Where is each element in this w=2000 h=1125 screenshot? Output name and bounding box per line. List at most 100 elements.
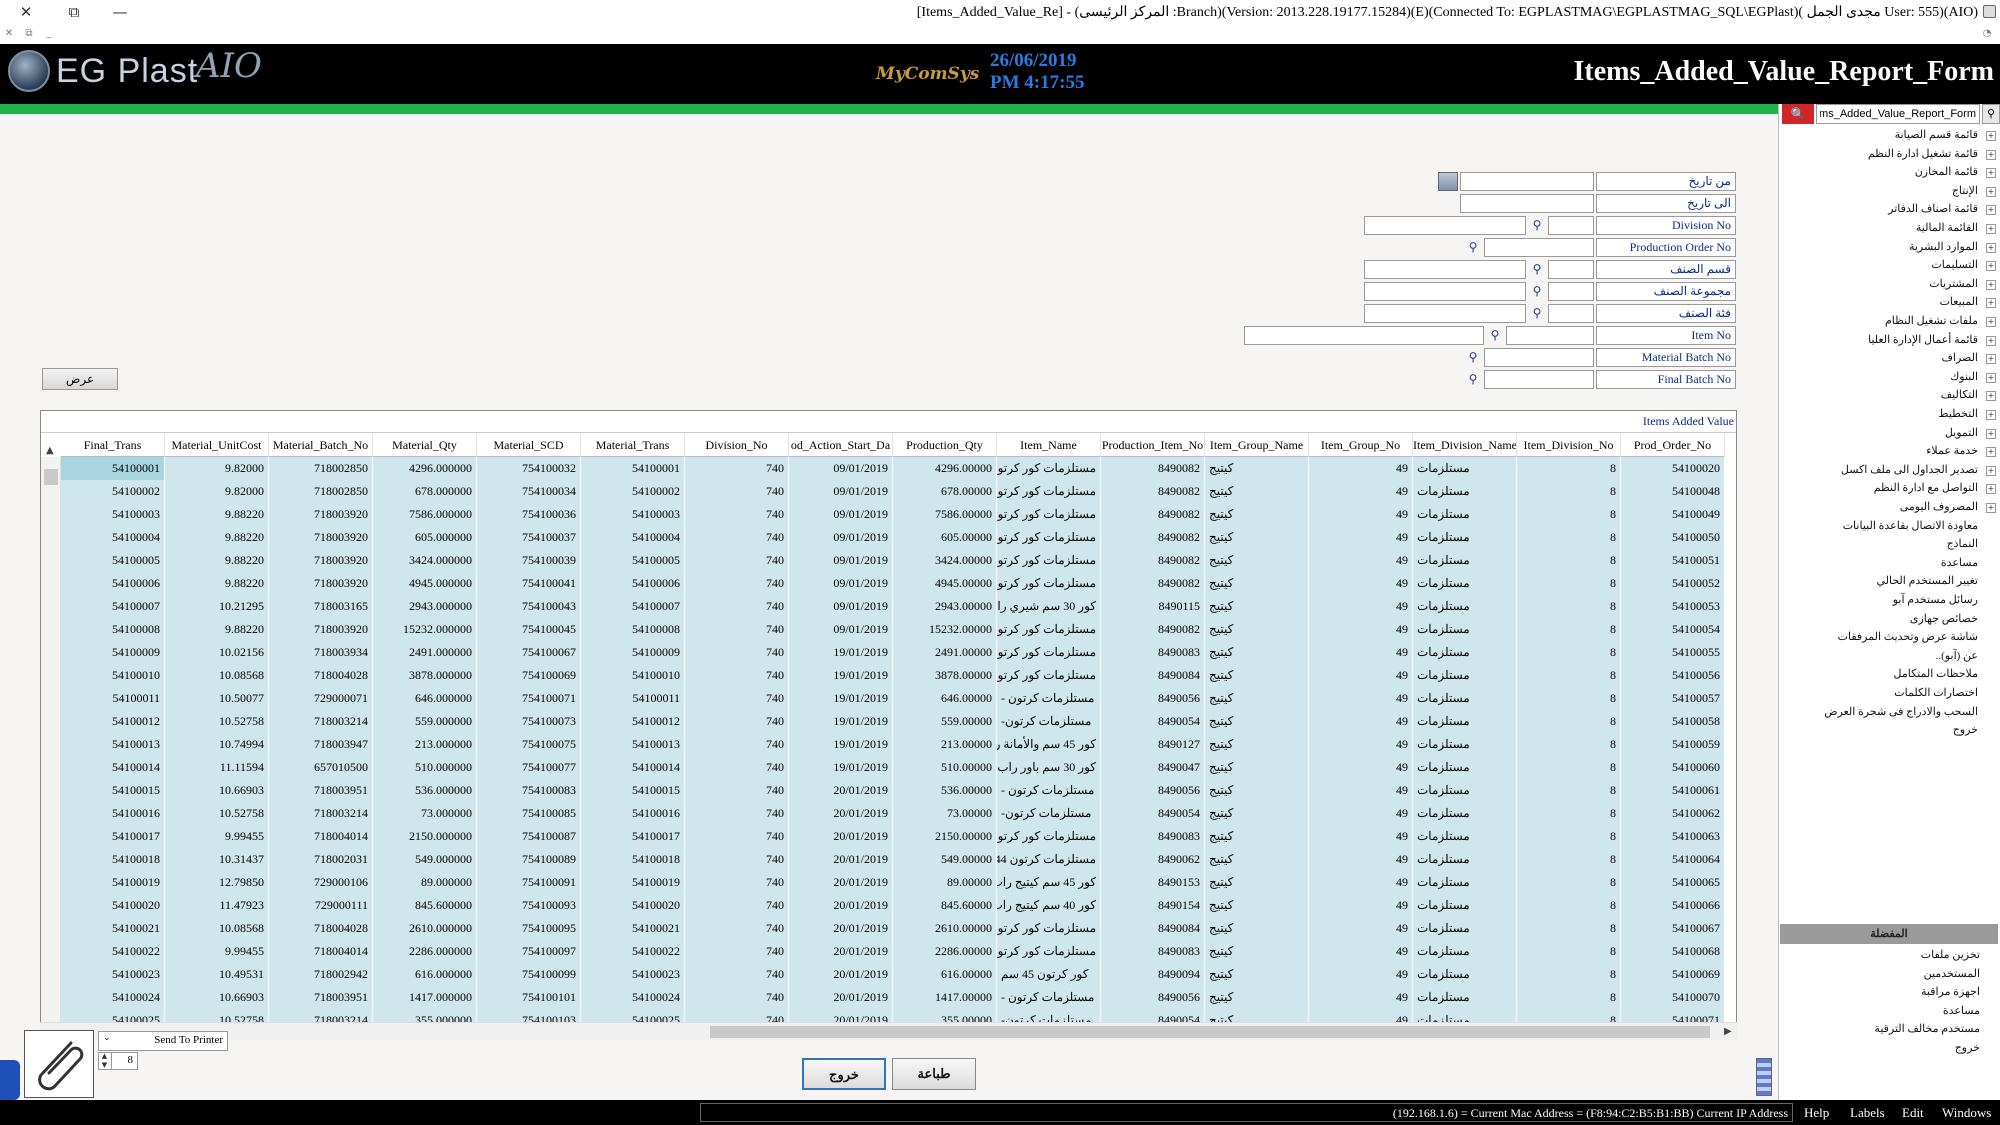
table-cell[interactable]: 718003934 bbox=[269, 641, 373, 664]
table-cell[interactable]: مستلزمات bbox=[1413, 756, 1517, 779]
table-cell[interactable]: كيتيج bbox=[1205, 802, 1309, 825]
table-cell[interactable]: مستلزمات bbox=[1413, 549, 1517, 572]
table-cell[interactable]: 54100062 bbox=[1621, 802, 1725, 825]
table-cell[interactable]: 740 bbox=[685, 825, 789, 848]
table-cell[interactable]: 54100007 bbox=[581, 595, 685, 618]
table-cell[interactable]: 8490083 bbox=[1101, 825, 1205, 848]
table-row[interactable]: 54100018 10.31437 718002031 549.000000 75410… bbox=[61, 848, 1725, 871]
expand-icon[interactable]: + bbox=[1986, 354, 1996, 365]
table-cell[interactable]: 09/01/2019 bbox=[789, 526, 893, 549]
table-row[interactable]: 54100001 9.82000 718002850 4296.000000 75410… bbox=[61, 457, 1725, 480]
table-cell[interactable]: مستلزمات كور كرتون - bbox=[997, 641, 1101, 664]
tree-search-button[interactable]: ⚲ bbox=[1982, 104, 2000, 124]
table-cell[interactable]: مستلزمات bbox=[1413, 986, 1517, 1009]
table-row[interactable]: 54100021 10.08568 718004028 2610.000000 7541… bbox=[61, 917, 1725, 940]
print-button[interactable]: طباعة bbox=[892, 1058, 976, 1090]
table-cell[interactable]: 718003920 bbox=[269, 549, 373, 572]
table-cell[interactable]: مستلزمات bbox=[1413, 710, 1517, 733]
table-cell[interactable]: 49 bbox=[1309, 664, 1413, 687]
table-cell[interactable]: 2610.000000 bbox=[373, 917, 477, 940]
menu-edit[interactable]: Edit bbox=[1902, 1105, 1924, 1121]
table-cell[interactable]: 19/01/2019 bbox=[789, 641, 893, 664]
column-header[interactable]: Item_Group_No bbox=[1309, 433, 1413, 457]
tree-item[interactable]: البنوك bbox=[1950, 370, 1978, 383]
table-cell[interactable]: 54100024 bbox=[61, 986, 165, 1009]
table-cell[interactable]: مستلزمات bbox=[1413, 618, 1517, 641]
table-cell[interactable]: 54100024 bbox=[581, 986, 685, 1009]
material-batch-input[interactable] bbox=[1484, 348, 1594, 367]
table-cell[interactable]: 8 bbox=[1517, 894, 1621, 917]
table-cell[interactable]: 54100021 bbox=[61, 917, 165, 940]
table-cell[interactable]: كيتيج bbox=[1205, 940, 1309, 963]
table-cell[interactable]: 754100045 bbox=[477, 618, 581, 641]
table-cell[interactable]: 8 bbox=[1517, 595, 1621, 618]
calendar-icon[interactable] bbox=[1438, 172, 1458, 191]
table-cell[interactable]: 8 bbox=[1517, 825, 1621, 848]
table-cell[interactable]: 9.88220 bbox=[165, 549, 269, 572]
column-header[interactable]: Material_UnitCost bbox=[165, 433, 269, 457]
table-cell[interactable]: مستلزمات كرتون- bbox=[997, 710, 1101, 733]
tree-item[interactable]: قائمة قسم الصيانة bbox=[1895, 128, 1978, 141]
table-cell[interactable]: كور 45 سم كيتيج راب bbox=[997, 871, 1101, 894]
table-cell[interactable]: 740 bbox=[685, 457, 789, 480]
table-cell[interactable]: 54100017 bbox=[581, 825, 685, 848]
table-cell[interactable]: 8490154 bbox=[1101, 894, 1205, 917]
table-cell[interactable]: كيتيج bbox=[1205, 756, 1309, 779]
table-cell[interactable]: 09/01/2019 bbox=[789, 595, 893, 618]
table-cell[interactable]: مستلزمات bbox=[1413, 641, 1517, 664]
table-cell[interactable]: 49 bbox=[1309, 779, 1413, 802]
table-cell[interactable]: 729000106 bbox=[269, 871, 373, 894]
table-cell[interactable]: 54100021 bbox=[581, 917, 685, 940]
table-cell[interactable]: 54100015 bbox=[61, 779, 165, 802]
table-cell[interactable]: 740 bbox=[685, 802, 789, 825]
table-cell[interactable]: 718003920 bbox=[269, 526, 373, 549]
table-cell[interactable]: 54100018 bbox=[581, 848, 685, 871]
table-cell[interactable]: مستلزمات bbox=[1413, 848, 1517, 871]
table-cell[interactable]: 845.600000 bbox=[373, 894, 477, 917]
tree-item[interactable]: المبيعات bbox=[1940, 295, 1978, 308]
table-cell[interactable]: 8 bbox=[1517, 664, 1621, 687]
table-cell[interactable]: 54100011 bbox=[581, 687, 685, 710]
table-cell[interactable]: 10.52758 bbox=[165, 802, 269, 825]
expand-icon[interactable]: + bbox=[1986, 224, 1996, 234]
table-cell[interactable]: 19/01/2019 bbox=[789, 664, 893, 687]
table-cell[interactable]: 9.99455 bbox=[165, 940, 269, 963]
table-cell[interactable]: كيتيج bbox=[1205, 457, 1309, 480]
expand-icon[interactable]: + bbox=[1986, 186, 1996, 197]
vertical-scrollbar[interactable]: ▲ ▼ bbox=[41, 445, 61, 1039]
table-cell[interactable]: 729000071 bbox=[269, 687, 373, 710]
table-cell[interactable]: 54100017 bbox=[61, 825, 165, 848]
table-cell[interactable]: 9.82000 bbox=[165, 480, 269, 503]
table-cell[interactable]: 54100005 bbox=[61, 549, 165, 572]
table-cell[interactable]: 49 bbox=[1309, 572, 1413, 595]
table-cell[interactable]: 754100077 bbox=[477, 756, 581, 779]
table-cell[interactable]: 4945.000000 bbox=[373, 572, 477, 595]
table-cell[interactable]: 20/01/2019 bbox=[789, 802, 893, 825]
tree-search-input[interactable] bbox=[1816, 104, 1980, 124]
table-cell[interactable]: 8 bbox=[1517, 917, 1621, 940]
table-cell[interactable]: 8490056 bbox=[1101, 779, 1205, 802]
table-cell[interactable]: 10.31437 bbox=[165, 848, 269, 871]
table-cell[interactable]: 616.000000 bbox=[373, 963, 477, 986]
table-cell[interactable]: 657010500 bbox=[269, 756, 373, 779]
table-cell[interactable]: 49 bbox=[1309, 871, 1413, 894]
menu-labels[interactable]: Labels bbox=[1850, 1105, 1885, 1121]
table-cell[interactable]: مستلزمات كور كرتون - bbox=[997, 917, 1101, 940]
table-cell[interactable]: 54100007 bbox=[61, 595, 165, 618]
table-cell[interactable]: 54100069 bbox=[1621, 963, 1725, 986]
copies-stepper-icon[interactable]: ▲ ▼ bbox=[98, 1052, 112, 1070]
tree-item[interactable]: خروج bbox=[1953, 723, 1978, 736]
table-cell[interactable]: كيتيج bbox=[1205, 986, 1309, 1009]
table-cell[interactable]: 9.82000 bbox=[165, 457, 269, 480]
table-row[interactable]: 54100022 9.99455 718004014 2286.000000 75410… bbox=[61, 940, 1725, 963]
table-cell[interactable]: كيتيج bbox=[1205, 687, 1309, 710]
table-cell[interactable]: 3878.00000 bbox=[893, 664, 997, 687]
table-cell[interactable]: 740 bbox=[685, 756, 789, 779]
table-cell[interactable]: 8490082 bbox=[1101, 480, 1205, 503]
table-cell[interactable]: 49 bbox=[1309, 710, 1413, 733]
table-cell[interactable]: 754100071 bbox=[477, 687, 581, 710]
tree-item[interactable]: مساعدة bbox=[1941, 556, 1978, 569]
table-cell[interactable]: 4296.00000 bbox=[893, 457, 997, 480]
search-icon[interactable]: 🔍 bbox=[1782, 104, 1814, 124]
table-cell[interactable]: 54100022 bbox=[61, 940, 165, 963]
